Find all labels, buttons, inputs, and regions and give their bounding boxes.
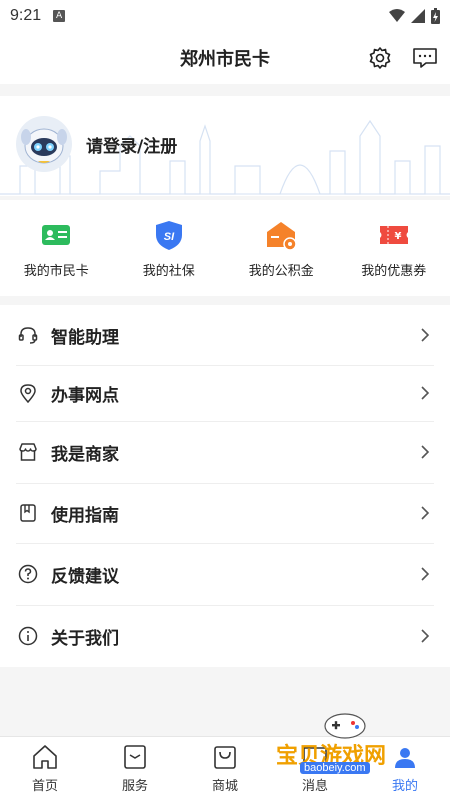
quick-item-label: 我的公积金 (248, 264, 314, 279)
login-register-link[interactable]: 请登录/注册 (86, 132, 177, 157)
chevron-right-icon (421, 506, 430, 520)
quick-item-citizen-card[interactable]: 我的市民卡 (0, 200, 113, 296)
menu-item-user-guide[interactable]: 使用指南 (0, 483, 450, 543)
page-title: 郑州市民卡 (180, 49, 270, 70)
shop-bag-icon (214, 746, 236, 769)
quick-item-label: 我的社保 (142, 264, 195, 279)
robot-mascot-icon (21, 128, 67, 164)
svg-text:¥: ¥ (394, 231, 401, 242)
menu-item-label: 办事网点 (51, 385, 119, 406)
quick-item-label: 我的优惠券 (361, 264, 427, 279)
chevron-right-icon (421, 445, 430, 459)
location-pin-icon (20, 384, 36, 403)
app-header: 郑州市民卡 (0, 32, 450, 84)
gamepad-icon (324, 713, 366, 739)
status-icons (389, 8, 440, 24)
home-icon (33, 745, 57, 769)
housing-fund-icon (267, 222, 297, 251)
quick-item-social-security[interactable]: SI 我的社保 (113, 200, 226, 296)
chevron-right-icon (421, 567, 430, 581)
menu-item-label: 我是商家 (51, 444, 119, 465)
headset-icon (18, 327, 38, 344)
question-icon (18, 564, 38, 584)
quick-item-coupon[interactable]: ¥ 我的优惠券 (338, 200, 450, 296)
menu-item-label: 反馈建议 (51, 566, 119, 587)
battery-icon (431, 8, 440, 24)
tab-service[interactable]: 服务 (90, 737, 180, 800)
menu-item-smart-assistant[interactable]: 智能助理 (0, 305, 450, 365)
tab-home[interactable]: 首页 (0, 737, 90, 800)
guide-book-icon (20, 504, 36, 522)
quick-actions: 我的市民卡 SI 我的社保 我的公积金 ¥ 我的优惠券 (0, 200, 450, 296)
menu-item-service-outlets[interactable]: 办事网点 (0, 365, 450, 421)
chevron-right-icon (421, 629, 430, 643)
menu-item-label: 智能助理 (51, 327, 119, 348)
avatar[interactable] (16, 116, 72, 172)
menu-item-merchant[interactable]: 我是商家 (0, 421, 450, 483)
tab-label: 商城 (211, 779, 238, 794)
tab-label: 首页 (31, 779, 58, 794)
menu-item-label: 使用指南 (51, 505, 119, 526)
quick-item-housing-fund[interactable]: 我的公积金 (225, 200, 338, 296)
signal-icon (411, 9, 425, 23)
menu-item-about-us[interactable]: 关于我们 (0, 605, 450, 667)
notification-a-icon: A (53, 10, 66, 22)
chevron-right-icon (421, 386, 430, 400)
svg-text:SI: SI (164, 231, 175, 243)
social-security-icon: SI (155, 221, 182, 250)
quick-item-label: 我的市民卡 (23, 264, 89, 279)
coupon-icon: ¥ (379, 226, 408, 244)
profile-banner[interactable]: 请登录/注册 (0, 96, 450, 196)
menu-list: 智能助理 办事网点 我是商家 使用指南 反馈建议 关于我们 (0, 305, 450, 667)
message-icon[interactable] (412, 46, 438, 70)
service-icon (124, 745, 146, 769)
watermark: 宝贝游戏网 baobeiy.com (270, 704, 420, 784)
watermark-url: baobeiy.com (300, 762, 370, 774)
menu-item-feedback[interactable]: 反馈建议 (0, 543, 450, 605)
status-time: 9:21 (10, 7, 42, 24)
citizen-card-icon (42, 225, 71, 245)
gear-icon[interactable] (368, 46, 392, 70)
tab-label: 服务 (121, 779, 148, 794)
info-icon (18, 626, 38, 646)
tab-mall[interactable]: 商城 (180, 737, 270, 800)
chevron-right-icon (421, 328, 430, 342)
store-icon (19, 443, 37, 461)
menu-item-label: 关于我们 (51, 628, 119, 649)
wifi-icon (389, 9, 405, 22)
status-bar: 9:21 A (0, 0, 450, 32)
